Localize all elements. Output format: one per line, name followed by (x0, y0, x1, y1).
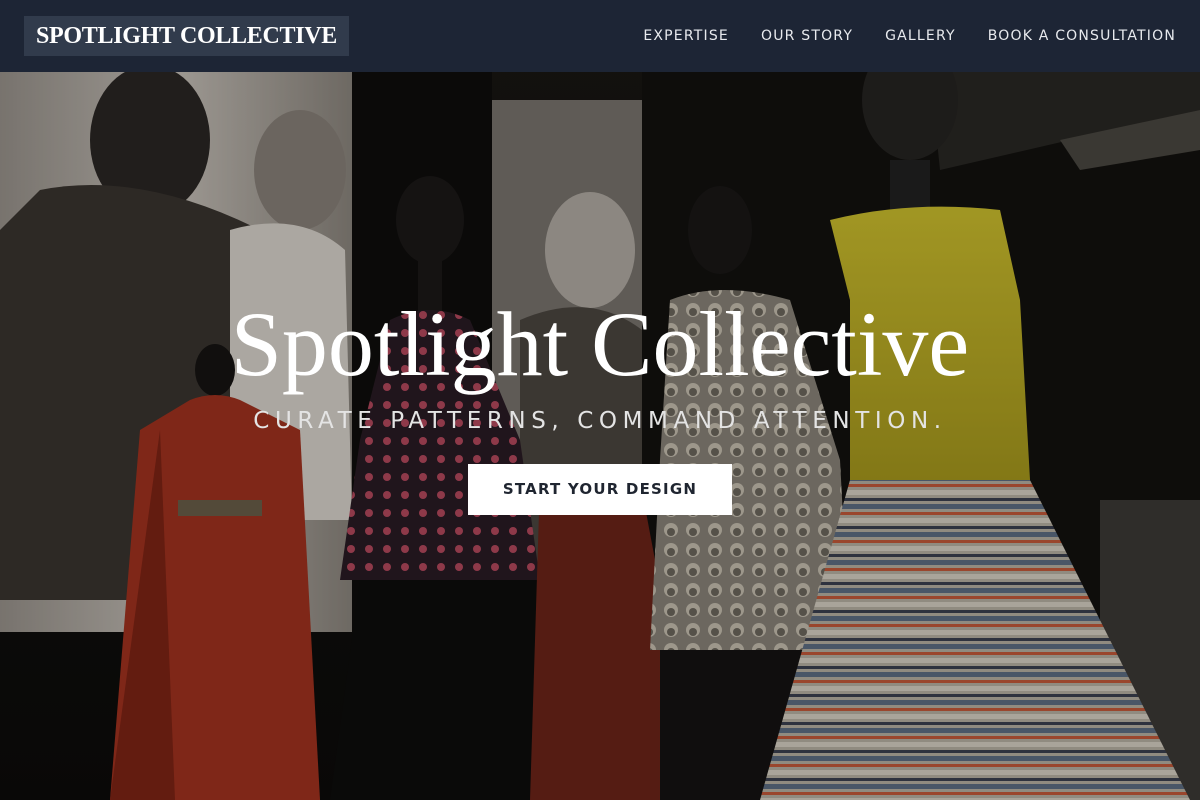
hero-section: Spotlight Collective CURATE PATTERNS, CO… (0, 292, 1200, 515)
nav-link-gallery[interactable]: GALLERY (885, 28, 956, 44)
main-navigation: EXPERTISE OUR STORY GALLERY BOOK A CONSU… (643, 28, 1176, 44)
nav-link-expertise[interactable]: EXPERTISE (643, 28, 729, 44)
start-design-button[interactable]: START YOUR DESIGN (468, 464, 732, 515)
hero-tagline: CURATE PATTERNS, COMMAND ATTENTION. (253, 408, 947, 434)
brand-logo[interactable]: SPOTLIGHT COLLECTIVE (24, 16, 349, 56)
top-navbar: SPOTLIGHT COLLECTIVE EXPERTISE OUR STORY… (0, 0, 1200, 72)
nav-link-our-story[interactable]: OUR STORY (761, 28, 853, 44)
hero-title: Spotlight Collective (230, 293, 970, 395)
nav-link-book-consultation[interactable]: BOOK A CONSULTATION (988, 28, 1176, 44)
